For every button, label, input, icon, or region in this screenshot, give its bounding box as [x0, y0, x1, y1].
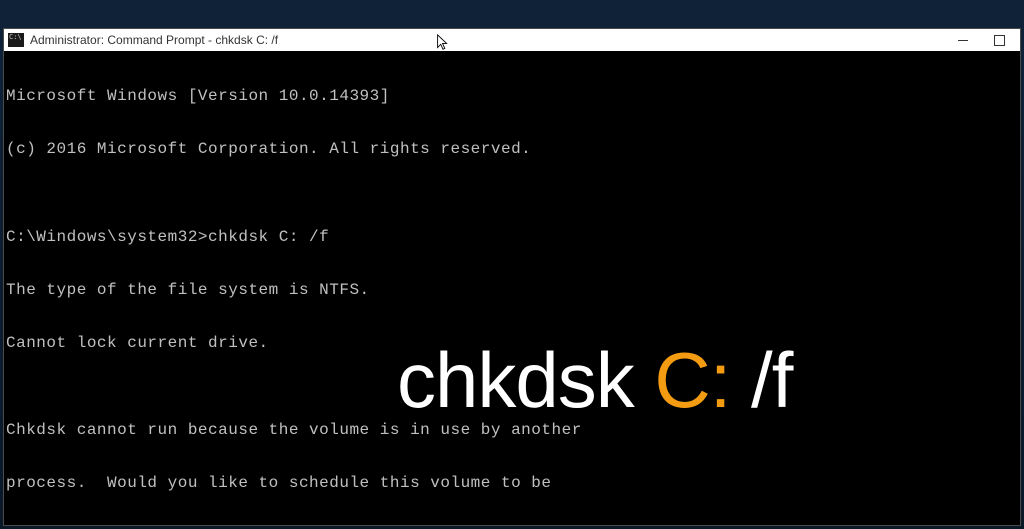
window-title: Administrator: Command Prompt - chkdsk C… — [30, 33, 956, 47]
console-line: C:\Windows\system32>chkdsk C: /f — [6, 229, 1018, 247]
console-line: Microsoft Windows [Version 10.0.14393] — [6, 88, 1018, 106]
console-line: Cannot lock current drive. — [6, 335, 1018, 353]
console-line: process. Would you like to schedule this… — [6, 475, 1018, 493]
desktop-background: Administrator: Command Prompt - chkdsk C… — [0, 0, 1024, 529]
console-line: Chkdsk cannot run because the volume is … — [6, 422, 1018, 440]
command-prompt-window: Administrator: Command Prompt - chkdsk C… — [3, 28, 1021, 526]
maximize-button[interactable] — [992, 33, 1006, 47]
cmd-icon — [8, 33, 24, 47]
window-titlebar[interactable]: Administrator: Command Prompt - chkdsk C… — [4, 29, 1020, 51]
window-controls — [956, 33, 1016, 47]
console-line: (c) 2016 Microsoft Corporation. All righ… — [6, 141, 1018, 159]
console-output[interactable]: Microsoft Windows [Version 10.0.14393] (… — [4, 51, 1020, 525]
minimize-button[interactable] — [956, 33, 970, 47]
console-line: The type of the file system is NTFS. — [6, 282, 1018, 300]
